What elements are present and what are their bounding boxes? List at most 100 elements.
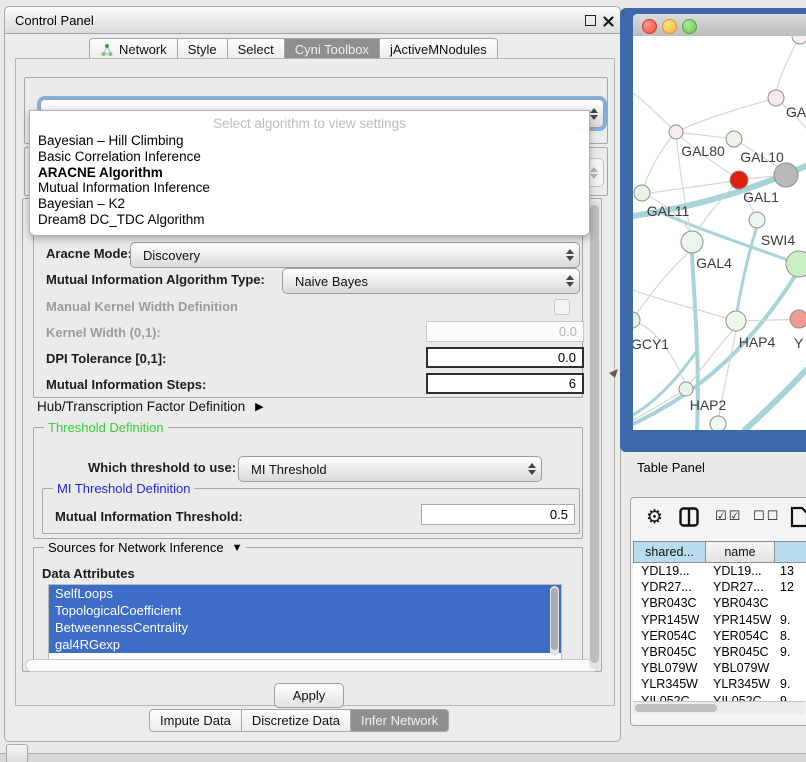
table-cell[interactable]: 9. xyxy=(774,645,806,659)
table-cell[interactable]: 12 xyxy=(774,580,806,594)
network-node-gal11[interactable] xyxy=(634,185,650,201)
unselect-all-columns-icon[interactable]: ☐☐ xyxy=(753,509,780,524)
vertical-scrollbar[interactable] xyxy=(589,201,600,669)
select-all-columns-icon[interactable]: ☑☑ xyxy=(715,509,742,524)
network-window-titlebar[interactable] xyxy=(633,14,806,37)
table-row[interactable]: YBR043CYBR043C xyxy=(633,595,806,611)
table-row[interactable]: YIL052CYIL052C9. xyxy=(633,693,806,702)
float-window-icon[interactable] xyxy=(585,15,596,26)
tab-impute-data[interactable]: Impute Data xyxy=(149,709,242,732)
column-header-name[interactable]: name xyxy=(706,541,775,563)
table-cell[interactable]: 9. xyxy=(774,677,806,691)
network-edge[interactable] xyxy=(695,180,739,235)
data-attribute-item[interactable]: gal4RGexp xyxy=(49,636,561,653)
mi-threshold-field[interactable]: 0.5 xyxy=(421,504,575,525)
column-header-shared-name[interactable]: shared... xyxy=(633,541,706,563)
tab-infer-network[interactable]: Infer Network xyxy=(351,709,449,732)
gear-icon[interactable]: ⚙ xyxy=(646,506,663,528)
kernel-width-field[interactable]: 0.0 xyxy=(426,321,584,342)
dpi-tolerance-field[interactable]: 0.0 xyxy=(426,347,584,368)
which-threshold-select[interactable]: MI Threshold xyxy=(238,456,542,482)
network-edge[interactable] xyxy=(633,93,677,133)
data-attribute-item[interactable]: TopologicalCoefficient xyxy=(49,602,561,619)
table-cell[interactable]: YPR145W xyxy=(705,613,774,627)
table-row[interactable]: YBL079WYBL079W xyxy=(633,660,806,676)
network-node-hap4[interactable] xyxy=(726,311,746,331)
restore-panel-button[interactable] xyxy=(6,744,28,762)
algorithm-option[interactable]: ARACNE Algorithm xyxy=(30,165,589,181)
close-traffic-icon[interactable] xyxy=(642,19,657,34)
table-cell[interactable]: 8. xyxy=(774,629,806,643)
network-edge[interactable] xyxy=(776,36,800,92)
close-icon[interactable] xyxy=(603,14,614,32)
zoom-traffic-icon[interactable] xyxy=(682,19,697,34)
network-edge[interactable] xyxy=(642,132,676,193)
network-node-swi4[interactable] xyxy=(749,212,765,228)
table-row[interactable]: YPR145WYPR145W9. xyxy=(633,612,806,628)
network-node-gal80[interactable] xyxy=(669,125,683,139)
mi-type-select[interactable]: Naive Bayes xyxy=(282,268,580,294)
network-edge[interactable] xyxy=(633,290,726,318)
network-node[interactable] xyxy=(786,251,806,277)
table-row[interactable]: YDR27...YDR27...12 xyxy=(633,579,806,595)
manual-kernel-checkbox[interactable] xyxy=(554,299,570,315)
table-cell[interactable]: 9. xyxy=(774,613,806,627)
apply-button[interactable]: Apply xyxy=(274,683,344,708)
table-cell[interactable]: YBR045C xyxy=(705,645,774,659)
table-cell[interactable]: YBR043C xyxy=(633,596,705,610)
data-attributes-list[interactable]: SelfLoopsTopologicalCoefficientBetweenne… xyxy=(48,584,562,660)
table-cell[interactable]: YER054C xyxy=(705,629,774,643)
table-cell[interactable]: YPR145W xyxy=(633,613,705,627)
algorithm-option[interactable]: Mutual Information Inference xyxy=(30,180,589,196)
network-node-gal10[interactable] xyxy=(726,131,742,147)
document-icon[interactable] xyxy=(790,506,806,528)
table-cell[interactable]: 9. xyxy=(774,694,806,701)
control-panel-titlebar[interactable]: Control Panel xyxy=(5,7,620,34)
network-node[interactable] xyxy=(710,416,726,430)
table-cell[interactable]: YBL079W xyxy=(633,661,705,675)
network-node-y[interactable] xyxy=(790,310,806,328)
network-node-gal1[interactable] xyxy=(730,171,748,189)
network-node-gal4[interactable] xyxy=(681,231,703,253)
table-cell[interactable]: YIL052C xyxy=(633,694,705,701)
table-row[interactable]: YLR345WYLR345W9. xyxy=(633,676,806,692)
table-row[interactable]: YDL19...YDL19...13 xyxy=(633,563,806,579)
network-node[interactable] xyxy=(792,36,806,44)
algorithm-option[interactable]: Dream8 DC_TDC Algorithm xyxy=(30,212,589,228)
list-scrollbar[interactable] xyxy=(550,586,559,656)
data-attribute-item[interactable]: SelfLoops xyxy=(49,585,561,602)
network-node[interactable] xyxy=(774,163,798,187)
mi-steps-field[interactable]: 6 xyxy=(426,373,584,394)
network-canvas[interactable]: GALGAL80GAL10GAL1GAL11SWI4GAL4GCY1HAP4YH… xyxy=(633,36,806,430)
network-node-hap2[interactable] xyxy=(679,382,693,396)
table-cell[interactable]: YBR045C xyxy=(633,645,705,659)
table-cell[interactable]: YLR345W xyxy=(633,677,705,691)
aracne-mode-select[interactable]: Discovery xyxy=(130,242,580,268)
table-cell[interactable]: 13 xyxy=(774,564,806,578)
network-edge[interactable] xyxy=(676,98,776,132)
table-cell[interactable]: YDL19... xyxy=(633,564,705,578)
network-node-gcy1[interactable] xyxy=(633,312,640,328)
network-edge[interactable] xyxy=(633,252,690,320)
tab-discretize-data[interactable]: Discretize Data xyxy=(242,709,351,732)
network-edge[interactable] xyxy=(676,132,734,139)
table-row[interactable]: YER054CYER054C8. xyxy=(633,628,806,644)
table-cell[interactable]: YLR345W xyxy=(705,677,774,691)
table-cell[interactable]: YDR27... xyxy=(633,580,705,594)
table-body[interactable]: YDL19...YDL19...13YDR27...YDR27...12YBR0… xyxy=(633,563,806,701)
algorithm-option[interactable]: Bayesian – K2 xyxy=(30,196,589,212)
minimize-traffic-icon[interactable] xyxy=(662,19,677,34)
table-cell[interactable]: YBL079W xyxy=(705,661,774,675)
table-cell[interactable]: YER054C xyxy=(633,629,705,643)
algorithm-option[interactable]: Bayesian – Hill Climbing xyxy=(30,133,589,149)
column-header-clipped[interactable] xyxy=(775,541,806,563)
table-horizontal-scrollbar[interactable] xyxy=(633,701,805,714)
columns-icon[interactable] xyxy=(679,507,699,527)
network-edge[interactable] xyxy=(745,370,806,430)
network-node-gal[interactable] xyxy=(768,90,784,106)
table-cell[interactable]: YDR27... xyxy=(705,580,774,594)
table-cell[interactable]: YBR043C xyxy=(705,596,774,610)
algorithm-option[interactable]: Basic Correlation Inference xyxy=(30,149,589,165)
horizontal-scrollbar[interactable] xyxy=(25,659,599,672)
table-row[interactable]: YBR045CYBR045C9. xyxy=(633,644,806,660)
